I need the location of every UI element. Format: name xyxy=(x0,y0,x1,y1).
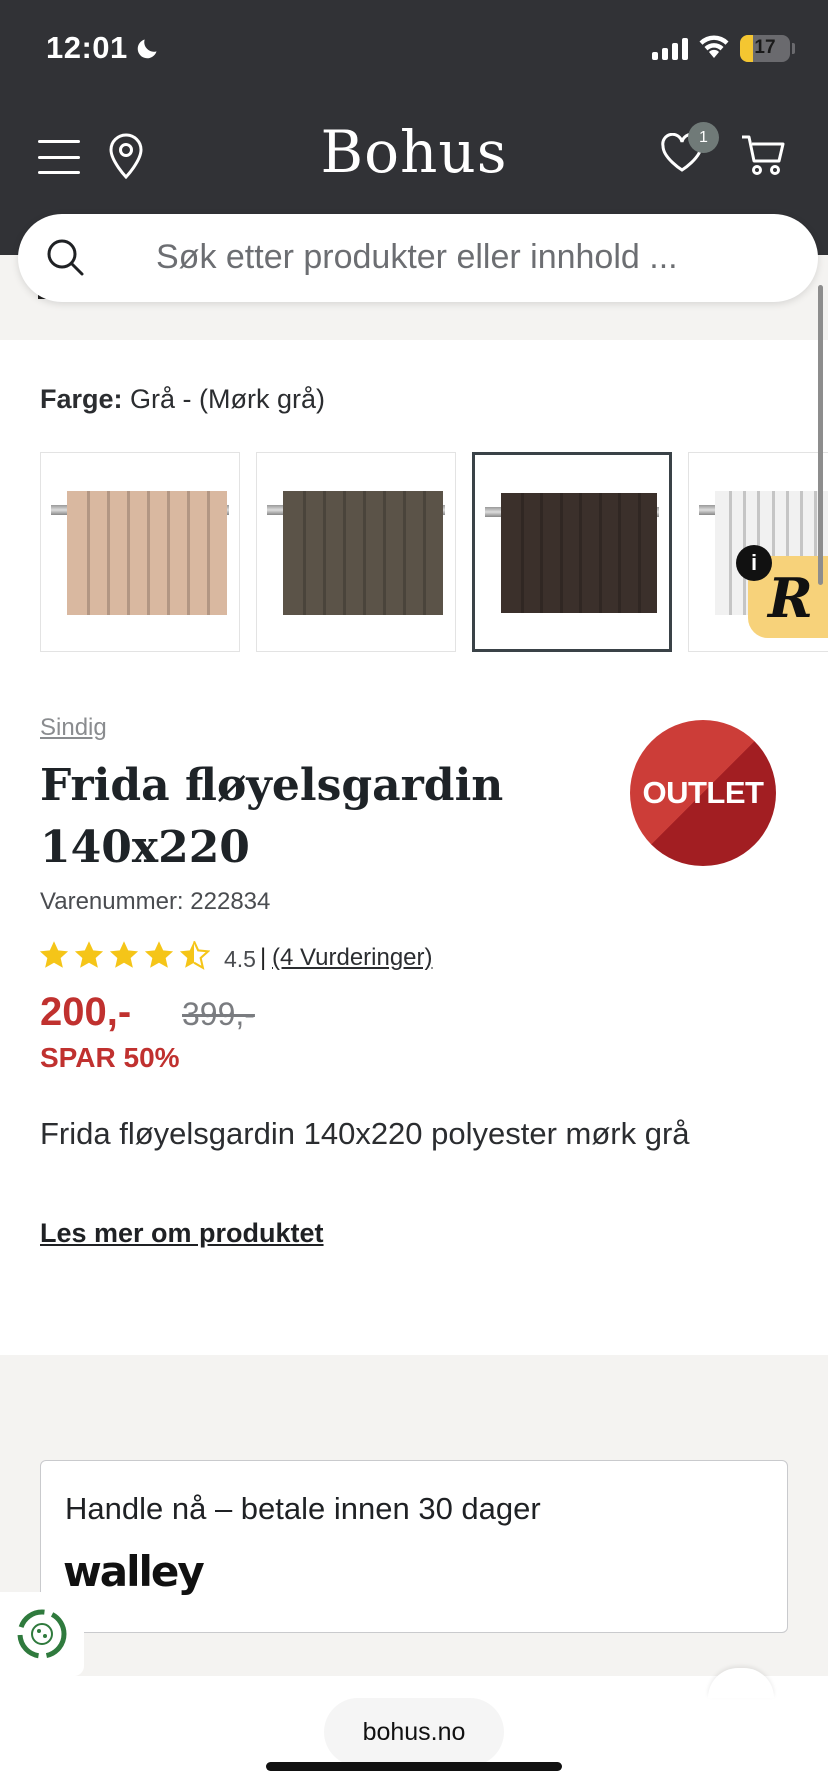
star-icon xyxy=(74,941,104,968)
wishlist-count-badge: 1 xyxy=(688,122,719,153)
rating-stars xyxy=(38,940,210,970)
search-icon xyxy=(47,239,84,276)
search-input[interactable]: Søk etter produkter eller innhold ... xyxy=(156,238,678,277)
star-icon xyxy=(144,941,174,968)
color-value: Grå - (Mørk grå) xyxy=(130,384,326,414)
home-indicator[interactable] xyxy=(266,1762,562,1771)
color-swatch-beige[interactable] xyxy=(40,452,240,652)
rating-separator: | xyxy=(260,944,267,971)
star-icon xyxy=(109,941,139,968)
payment-text: Handle nå – betale innen 30 dager xyxy=(65,1491,541,1526)
recycle-icon xyxy=(17,1609,67,1659)
product-title: Frida fløyelsgardin 140x220 xyxy=(40,760,504,873)
color-label: Farge: xyxy=(40,384,123,414)
half-star-icon xyxy=(179,940,210,970)
battery-tip xyxy=(792,43,795,54)
moon-icon xyxy=(137,39,157,59)
reviews-link[interactable]: (4 Vurderinger) xyxy=(272,944,433,972)
read-more-link[interactable]: Les mer om produktet xyxy=(40,1218,324,1249)
scrollbar[interactable] xyxy=(818,285,823,585)
walley-logo: walley xyxy=(63,1547,205,1596)
url-bar[interactable]: bohus.no xyxy=(324,1698,504,1766)
outlet-badge: OUTLET xyxy=(630,720,776,866)
star-icon xyxy=(39,941,69,968)
color-swatch-dark-grey[interactable] xyxy=(472,452,672,652)
discount-label: SPAR 50% xyxy=(40,1042,180,1073)
current-price: 200,- xyxy=(40,990,132,1034)
product-description: Frida fløyelsgardin 140x220 polyester mø… xyxy=(40,1116,690,1151)
info-icon[interactable]: i xyxy=(736,545,772,581)
signal-icon xyxy=(652,38,688,60)
floating-button[interactable] xyxy=(708,1668,774,1698)
rating-value: 4.5 xyxy=(224,946,256,972)
color-swatch-brown-grey[interactable] xyxy=(256,452,456,652)
payment-option-box[interactable]: Handle nå – betale innen 30 dager walley xyxy=(40,1460,788,1633)
eco-widget[interactable] xyxy=(0,1592,84,1676)
old-price: 399,- xyxy=(182,996,255,1032)
battery-icon: 17 xyxy=(740,35,790,62)
brand-link[interactable]: Sindig xyxy=(40,714,107,742)
product-sku: Varenummer: 222834 xyxy=(40,888,271,915)
search-bar[interactable]: Søk etter produkter eller innhold ... xyxy=(18,214,818,302)
cart-icon[interactable] xyxy=(740,133,786,177)
status-time: 12:01 xyxy=(46,30,128,65)
wifi-icon xyxy=(699,35,729,58)
color-selection: Farge: Grå - (Mørk grå) xyxy=(40,384,325,415)
